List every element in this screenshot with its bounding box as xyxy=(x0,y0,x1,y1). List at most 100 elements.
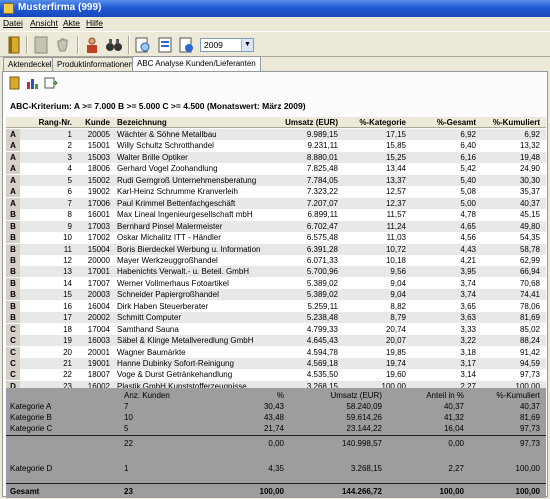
table-row[interactable]: B 15 20003 Schneider Papiergroßhandel 5.389,… xyxy=(6,289,546,301)
table-row[interactable]: B 11 15004 Boris Bierdeckel Werbung u. Info… xyxy=(6,243,546,255)
percent-category-cell: 12,57 xyxy=(385,187,406,197)
customer-number-cell: 17003 xyxy=(87,221,110,231)
col-header-pges[interactable]: %-Gesamt xyxy=(406,117,476,128)
table-header: Rang-Nr. Kunde Bezeichnung Umsatz (EUR) … xyxy=(6,117,546,128)
summary-anz: 1 xyxy=(124,464,129,473)
person-button[interactable] xyxy=(82,35,102,55)
table-row[interactable]: B 9 17003 Bernhard Pinsel Malermeister 6.702… xyxy=(6,220,546,232)
percent-category-cell: 8,82 xyxy=(390,301,406,311)
percent-cumulative-cell: 6,92 xyxy=(524,130,540,139)
year-dropdown[interactable]: 2009 ▼ xyxy=(200,38,254,52)
chevron-down-icon[interactable]: ▼ xyxy=(241,39,253,51)
revenue-cell: 6.391,28 xyxy=(306,244,338,254)
col-header-rang[interactable]: Rang-Nr. xyxy=(36,117,72,128)
col-header-pkum[interactable]: %-Kumuliert xyxy=(476,117,540,128)
abc-analysis-panel: ABC-Kriterium: A >= 7.000 B >= 5.000 C >… xyxy=(2,71,548,498)
summary-row-kat-a: Kategorie A 7 30,43 58.240,09 40,37 40,3… xyxy=(6,401,546,412)
category-cell: A xyxy=(6,129,20,140)
table-row[interactable]: B 14 17007 Werner Vollmerhaus Fotoartikel 5.… xyxy=(6,277,546,289)
customer-number-cell: 16004 xyxy=(87,301,110,311)
percent-cumulative-cell: 30,30 xyxy=(519,175,540,185)
tab-produktinformationen[interactable]: Produktinformationen xyxy=(52,57,139,71)
summary-kumuliert: 97,73 xyxy=(519,439,540,448)
tab-aktendeckel[interactable]: Aktendeckel xyxy=(3,57,57,71)
table-row[interactable]: C 20 20001 Wagner Baumärkte 4.594,78 19,85 3,1… xyxy=(6,346,546,358)
col-header-umsatz[interactable]: Umsatz (EUR) xyxy=(268,117,338,128)
table-row[interactable]: A 1 20005 Wächter & Söhne Metallbau 9.989,15… xyxy=(6,129,546,140)
col-header-kunde[interactable]: Kunde xyxy=(76,117,110,128)
percent-cumulative-cell: 81,69 xyxy=(519,313,540,323)
customer-name-cell: Mayer Werkzeuggroßhandel xyxy=(117,255,218,265)
category-cell: C xyxy=(6,358,20,369)
percent-category-cell: 20,74 xyxy=(385,324,406,334)
table-row[interactable]: A 6 19002 Karl-Heinz Schrumme Kranverleih 7.… xyxy=(6,186,546,198)
print-preview-button[interactable] xyxy=(133,35,153,55)
close-file-button[interactable] xyxy=(4,35,24,55)
percent-cumulative-cell: 62,99 xyxy=(519,255,540,265)
customer-name-cell: Oskar Michalitz ITT - Händler xyxy=(117,233,221,243)
export-table-button[interactable] xyxy=(43,75,59,91)
table-row[interactable]: A 2 15001 Willy Schultz Schrotthandel 9.231,… xyxy=(6,140,546,152)
table-row[interactable]: A 4 18006 Gerhard Vogel Zoohandlung 7.825,48… xyxy=(6,163,546,175)
col-header-bezeichnung[interactable]: Bezeichnung xyxy=(117,117,267,128)
percent-total-cell: 5,00 xyxy=(460,198,476,208)
menu-ansicht[interactable]: Ansicht xyxy=(30,18,58,28)
percent-total-cell: 4,21 xyxy=(460,255,476,265)
table-row[interactable]: A 7 17006 Paul Krimmel Bettenfachgeschäft 7.… xyxy=(6,197,546,209)
revenue-cell: 5.259,11 xyxy=(307,301,338,311)
table-row[interactable]: B 12 20000 Mayer Werkzeuggroßhandel 6.071,33… xyxy=(6,254,546,266)
search-button[interactable] xyxy=(104,35,124,55)
customer-number-cell: 19001 xyxy=(87,359,110,368)
table-row[interactable]: A 5 15002 Rudi Gerngroß Unternehmensberatun… xyxy=(6,174,546,186)
table-row[interactable]: C 18 17004 Samthand Sauna 4.799,33 20,74 3,33 8… xyxy=(6,323,546,335)
hand-button[interactable] xyxy=(53,35,73,55)
customer-name-cell: Säbel & Klinge Metallveredlung GmbH xyxy=(117,336,254,346)
export-button[interactable] xyxy=(155,35,175,55)
menu-datei[interactable]: Datei xyxy=(3,18,23,28)
table-row[interactable]: B 8 16001 Max Lineal Ingenieurgesellschaft … xyxy=(6,209,546,221)
rank-cell: 8 xyxy=(67,210,72,220)
document-button[interactable] xyxy=(31,35,51,55)
rank-cell: 14 xyxy=(63,278,72,288)
percent-cumulative-cell: 78,06 xyxy=(519,301,540,311)
summary-anteil: 16,04 xyxy=(443,424,464,433)
percent-total-cell: 3,74 xyxy=(460,290,476,300)
summary-label: Gesamt xyxy=(10,487,40,496)
summary-row-kat-d: Kategorie D 1 4,35 3.268,15 2,27 100,00 xyxy=(6,463,546,474)
table-row[interactable]: B 10 17002 Oskar Michalitz ITT - Händler 6.5… xyxy=(6,232,546,244)
percent-cumulative-cell: 24,90 xyxy=(519,164,540,174)
summary-pct: 30,43 xyxy=(263,402,284,411)
table-row[interactable]: B 17 20002 Schmitt Computer 5.238,48 8,79 3,63… xyxy=(6,312,546,324)
table-row[interactable]: C 22 18007 Voge & Durst Getränkehandlung 4.5… xyxy=(6,369,546,381)
table-row[interactable]: B 13 17001 Habenichts Verwalt.- u. Beteil. … xyxy=(6,266,546,278)
col-header-pkat[interactable]: %-Kategorie xyxy=(338,117,406,128)
help-button[interactable] xyxy=(176,35,196,55)
percent-total-cell: 3,22 xyxy=(460,336,476,346)
customer-number-cell: 15004 xyxy=(87,244,110,254)
binder-button[interactable] xyxy=(7,75,23,91)
percent-cumulative-cell: 35,37 xyxy=(519,187,540,197)
menu-akte[interactable]: Akte xyxy=(63,18,80,28)
table-row[interactable]: B 16 16004 Dirk Haben Steuerberater 5.259,11… xyxy=(6,300,546,312)
percent-cumulative-cell: 13,32 xyxy=(519,141,540,151)
summary-divider xyxy=(6,483,546,484)
table-row[interactable]: C 19 16003 Säbel & Klinge Metallveredlung G… xyxy=(6,335,546,347)
summary-header: Anz. Kunden % Umsatz (EUR) Anteil in % %… xyxy=(6,390,546,401)
rank-cell: 2 xyxy=(67,141,72,151)
rank-cell: 3 xyxy=(67,152,72,162)
revenue-cell: 5.700,96 xyxy=(306,267,338,277)
summary-anteil: 40,37 xyxy=(443,402,464,411)
customer-name-cell: Werner Vollmerhaus Fotoartikel xyxy=(117,278,229,288)
rank-cell: 1 xyxy=(67,130,72,139)
rank-cell: 11 xyxy=(63,244,72,254)
chart-button[interactable] xyxy=(25,75,41,91)
rank-cell: 5 xyxy=(67,175,72,185)
table-row[interactable]: C 21 19001 Hanne Dubinky Sofort-Reinigung 4.… xyxy=(6,358,546,369)
summary-anz: 10 xyxy=(124,413,133,422)
tab-abc-analyse[interactable]: ABC Analyse Kunden/Lieferanten xyxy=(132,56,261,71)
category-cell: A xyxy=(6,140,20,152)
customer-name-cell: Wächter & Söhne Metallbau xyxy=(117,130,217,139)
percent-cumulative-cell: 70,68 xyxy=(519,278,540,288)
menu-hilfe[interactable]: Hilfe xyxy=(86,18,103,28)
table-row[interactable]: A 3 15003 Walter Brille Optiker 8.880,01 15,2… xyxy=(6,151,546,163)
